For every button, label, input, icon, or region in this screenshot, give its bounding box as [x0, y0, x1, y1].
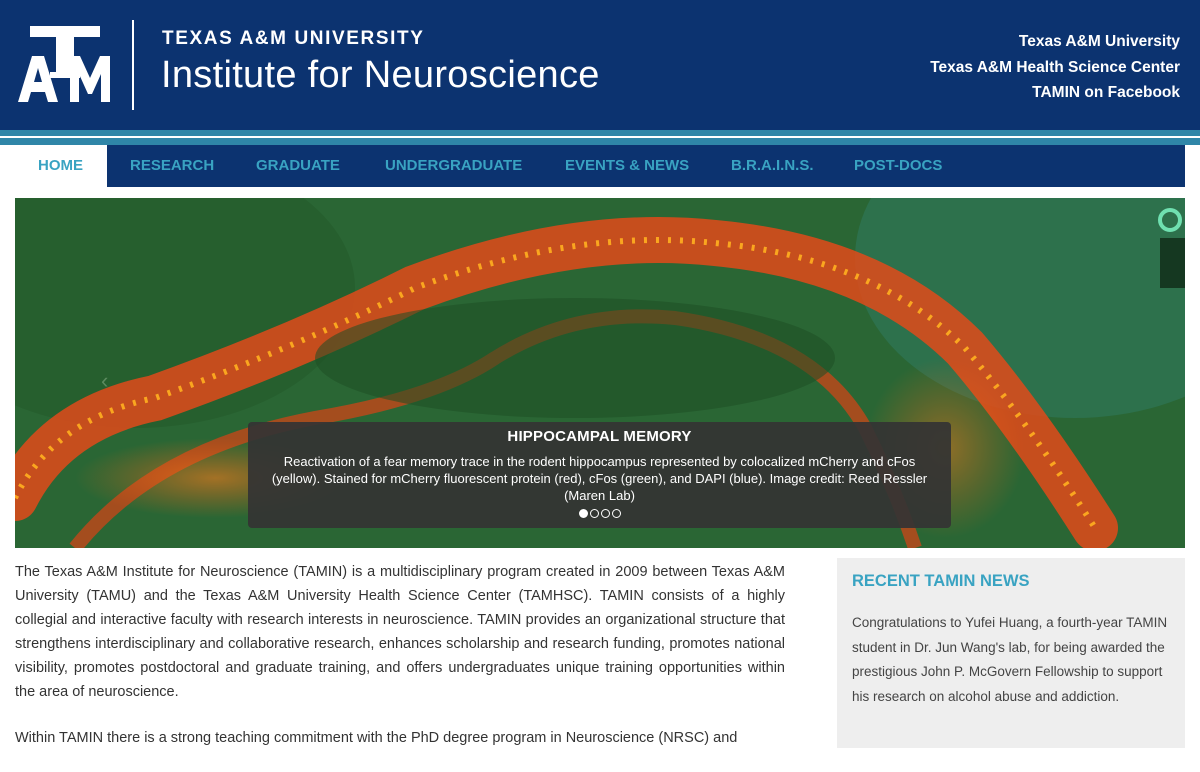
news-sidebar: RECENT TAMIN NEWS Congratulations to Yuf…: [837, 558, 1185, 748]
nav-home[interactable]: HOME: [14, 145, 107, 187]
main-nav: HOME RESEARCH GRADUATE UNDERGRADUATE EVE…: [14, 145, 1185, 187]
news-title: RECENT TAMIN NEWS: [852, 572, 1030, 590]
link-health-science-center[interactable]: Texas A&M Health Science Center: [930, 55, 1180, 81]
university-name: TEXAS A&M UNIVERSITY: [162, 28, 425, 49]
header-stripe: [0, 130, 1200, 145]
nav-events-news[interactable]: EVENTS & NEWS: [565, 145, 689, 187]
nav-post-docs[interactable]: POST-DOCS: [854, 145, 942, 187]
slider-dot-2[interactable]: [589, 509, 599, 518]
atm-logo[interactable]: [18, 24, 112, 104]
institute-name[interactable]: Institute for Neuroscience: [161, 54, 600, 97]
link-texas-am-university[interactable]: Texas A&M University: [930, 29, 1180, 55]
intro-paragraph-2: Within TAMIN there is a strong teaching …: [15, 730, 738, 746]
slider-dot-3[interactable]: [600, 509, 610, 518]
intro-section: The Texas A&M Institute for Neuroscience…: [15, 560, 785, 772]
slider-dot-1[interactable]: [578, 509, 588, 518]
slider-prev-icon[interactable]: ‹: [101, 368, 108, 394]
header-links: Texas A&M University Texas A&M Health Sc…: [930, 29, 1180, 106]
nav-undergraduate[interactable]: UNDERGRADUATE: [385, 145, 522, 187]
nav-research[interactable]: RESEARCH: [130, 145, 214, 187]
caption-title: HIPPOCAMPAL MEMORY: [507, 428, 692, 445]
slider-dot-4[interactable]: [611, 509, 621, 518]
site-header: TEXAS A&M UNIVERSITY Institute for Neuro…: [0, 0, 1200, 130]
nav-brains[interactable]: B.R.A.I.N.S.: [731, 145, 814, 187]
slide-caption: HIPPOCAMPAL MEMORY Reactivation of a fea…: [248, 422, 951, 528]
link-tamin-facebook[interactable]: TAMIN on Facebook: [930, 80, 1180, 106]
logo-divider: [132, 20, 134, 110]
slider-dots: [248, 505, 951, 523]
news-item[interactable]: Congratulations to Yufei Huang, a fourth…: [852, 611, 1172, 709]
intro-paragraph-1: The Texas A&M Institute for Neuroscience…: [15, 564, 785, 700]
caption-text: Reactivation of a fear memory trace in t…: [271, 454, 928, 503]
nav-graduate[interactable]: GRADUATE: [256, 145, 340, 187]
